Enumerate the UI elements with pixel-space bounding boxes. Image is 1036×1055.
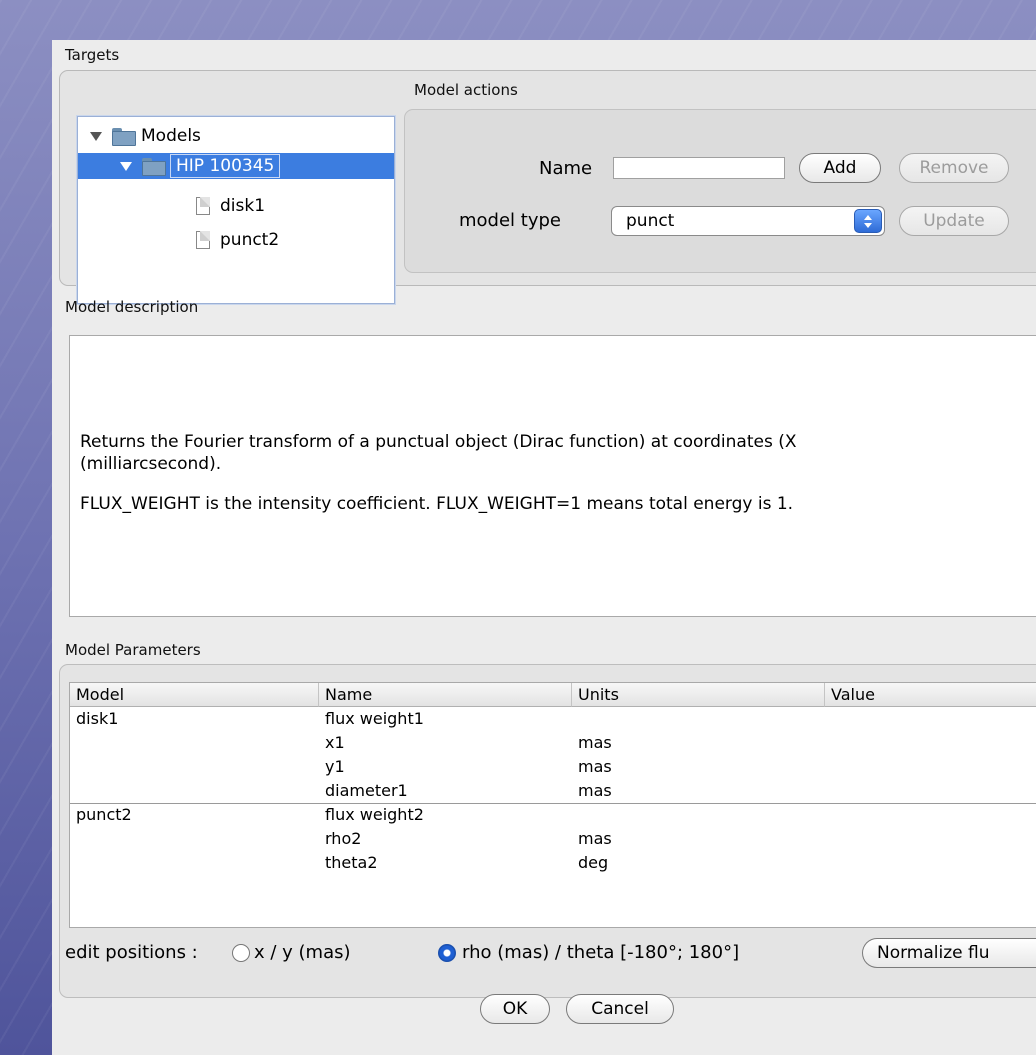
tree-item-target[interactable]: HIP 100345 [78, 153, 394, 179]
row-divider [70, 803, 1036, 804]
description-line: (milliarcsecond). [80, 454, 222, 474]
table-cell-units[interactable]: mas [578, 827, 612, 851]
name-input[interactable] [613, 157, 785, 179]
table-cell-model[interactable]: punct2 [76, 803, 132, 827]
tree-item-models[interactable]: Models [90, 123, 201, 149]
model-description-label: Model description [65, 298, 199, 316]
cancel-button[interactable]: Cancel [566, 994, 674, 1024]
model-type-label: model type [459, 210, 561, 231]
model-actions-label: Model actions [414, 81, 518, 99]
table-cell-units[interactable]: mas [578, 731, 612, 755]
column-header-units[interactable]: Units [572, 683, 825, 707]
table-cell-name[interactable]: rho2 [325, 827, 361, 851]
edit-positions-label: edit positions : [65, 942, 198, 963]
table-cell-name[interactable]: y1 [325, 755, 345, 779]
tree-item-label: punct2 [220, 230, 280, 250]
ok-button[interactable]: OK [480, 994, 550, 1024]
radio-xy[interactable] [232, 944, 250, 962]
tree-item-disk1[interactable]: disk1 [196, 193, 265, 219]
table-cell-units[interactable]: deg [578, 851, 608, 875]
model-parameters-label: Model Parameters [65, 641, 201, 659]
radio-xy-label[interactable]: x / y (mas) [254, 942, 351, 963]
targets-label: Targets [65, 46, 120, 64]
tree-item-label: HIP 100345 [170, 154, 281, 178]
folder-icon [112, 127, 136, 146]
name-label: Name [539, 158, 593, 179]
parameters-table[interactable]: Model Name Units Value disk1 flux weight… [69, 682, 1036, 928]
update-button[interactable]: Update [899, 206, 1009, 236]
folder-icon [142, 157, 166, 176]
document-icon [196, 231, 210, 249]
model-type-value: punct [626, 211, 675, 231]
table-cell-value[interactable]: 42 [825, 827, 1036, 851]
targets-tree[interactable]: Models HIP 100345 disk1 punct2 [77, 116, 395, 304]
table-cell-units[interactable]: mas [578, 755, 612, 779]
table-cell-name[interactable]: flux weight1 [325, 707, 424, 731]
description-line: FLUX_WEIGHT is the intensity coefficient… [80, 494, 794, 514]
radio-rho-theta[interactable] [438, 944, 456, 962]
model-actions-group: Name Add Remove model type punct Update [404, 109, 1036, 273]
document-icon [196, 197, 210, 215]
normalize-flux-button[interactable]: Normalize flu [862, 938, 1036, 968]
radio-rho-theta-label[interactable]: rho (mas) / theta [-180°; 180°] [462, 942, 739, 963]
column-header-name[interactable]: Name [319, 683, 572, 707]
table-cell-name[interactable]: x1 [325, 731, 345, 755]
column-header-value[interactable]: Value [825, 683, 1036, 707]
targets-group: Models HIP 100345 disk1 punct2 Model act… [59, 70, 1036, 304]
model-editor-window: Targets Models HIP 100345 disk1 punct2 M… [52, 40, 1036, 1055]
table-cell-name[interactable]: theta2 [325, 851, 378, 875]
remove-button[interactable]: Remove [899, 153, 1009, 183]
tree-item-label: disk1 [220, 196, 266, 216]
description-line: Returns the Fourier transform of a punct… [80, 432, 797, 452]
select-stepper-icon [854, 209, 882, 233]
tree-item-label: Models [141, 126, 201, 146]
expand-arrow-icon[interactable] [120, 161, 132, 171]
table-cell-model[interactable]: disk1 [76, 707, 118, 731]
model-description-text: Returns the Fourier transform of a punct… [69, 335, 1036, 617]
model-type-select[interactable]: punct [611, 206, 885, 236]
add-button[interactable]: Add [799, 153, 881, 183]
table-cell-name[interactable]: flux weight2 [325, 803, 424, 827]
tree-item-punct2[interactable]: punct2 [196, 227, 279, 253]
expand-arrow-icon[interactable] [90, 131, 102, 141]
table-cell-units[interactable]: mas [578, 779, 612, 803]
table-cell-name[interactable]: diameter1 [325, 779, 408, 803]
column-header-model[interactable]: Model [70, 683, 319, 707]
